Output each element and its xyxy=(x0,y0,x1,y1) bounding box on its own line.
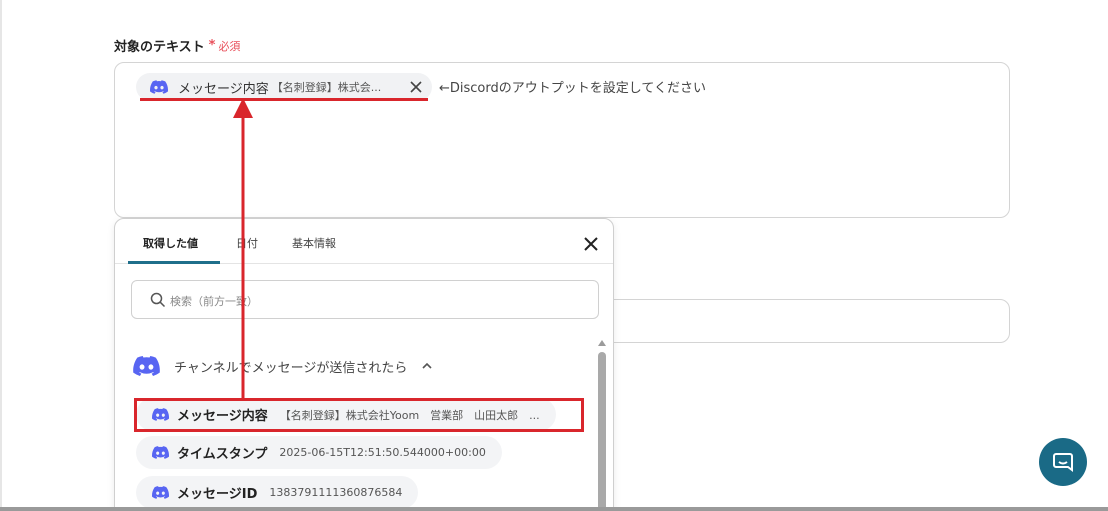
discord-icon xyxy=(150,80,168,94)
chat-icon xyxy=(1053,453,1073,472)
chip-remove-icon[interactable] xyxy=(408,79,424,95)
active-tab-indicator xyxy=(128,261,220,264)
item-title: タイムスタンプ xyxy=(177,447,268,462)
output-item-message-id[interactable]: メッセージID 1383791111360876584 xyxy=(136,476,419,509)
discord-icon xyxy=(133,356,160,376)
field-label-text: 対象のテキスト xyxy=(114,40,205,55)
scroll-up-arrow-icon[interactable] xyxy=(598,340,606,346)
chip-title: メッセージ内容 xyxy=(178,81,269,97)
tab-acquired-values[interactable]: 取得した値 xyxy=(143,235,198,251)
secondary-input-field[interactable] xyxy=(600,299,1010,343)
item-title: メッセージID xyxy=(177,487,258,502)
close-icon[interactable] xyxy=(582,235,600,253)
variable-chip[interactable]: メッセージ内容 【名刺登録】株式会... xyxy=(136,73,432,101)
required-star: * xyxy=(208,38,216,53)
search-placeholder: 検索（前方一致） xyxy=(170,295,258,308)
required-badge: 必須 xyxy=(218,39,241,53)
annotation-highlight-box xyxy=(134,398,584,432)
search-icon xyxy=(150,292,166,308)
item-value: 2025-06-15T12:51:50.544000+00:00 xyxy=(279,446,486,459)
discord-icon xyxy=(152,446,169,459)
chat-support-button[interactable] xyxy=(1039,438,1087,486)
chevron-up-icon[interactable] xyxy=(421,360,433,372)
annotation-hint: ←Discordのアウトプットを設定してください xyxy=(439,81,706,96)
scrollbar-thumb[interactable] xyxy=(598,352,606,511)
search-input[interactable]: 検索（前方一致） xyxy=(131,280,599,319)
picker-tabs: 取得した値 日付 基本情報 xyxy=(115,219,613,264)
discord-icon xyxy=(152,486,169,499)
trigger-group-header[interactable]: チャンネルでメッセージが送信されたら xyxy=(133,354,433,378)
bottom-divider xyxy=(0,507,1108,511)
group-label: チャンネルでメッセージが送信されたら xyxy=(174,360,408,376)
item-value: 1383791111360876584 xyxy=(269,486,403,499)
annotation-underline xyxy=(140,98,428,101)
page: 対象のテキスト * 必須 メッセージ内容 【名刺登録】株式会... ←Disco… xyxy=(0,0,1108,511)
field-label: 対象のテキスト * 必須 xyxy=(114,36,240,55)
chip-value: 【名刺登録】株式会... xyxy=(271,81,382,94)
left-divider xyxy=(0,0,2,511)
tab-date[interactable]: 日付 xyxy=(236,235,258,251)
output-item-timestamp[interactable]: タイムスタンプ 2025-06-15T12:51:50.544000+00:00 xyxy=(136,436,502,469)
tab-basic-info[interactable]: 基本情報 xyxy=(292,235,336,251)
